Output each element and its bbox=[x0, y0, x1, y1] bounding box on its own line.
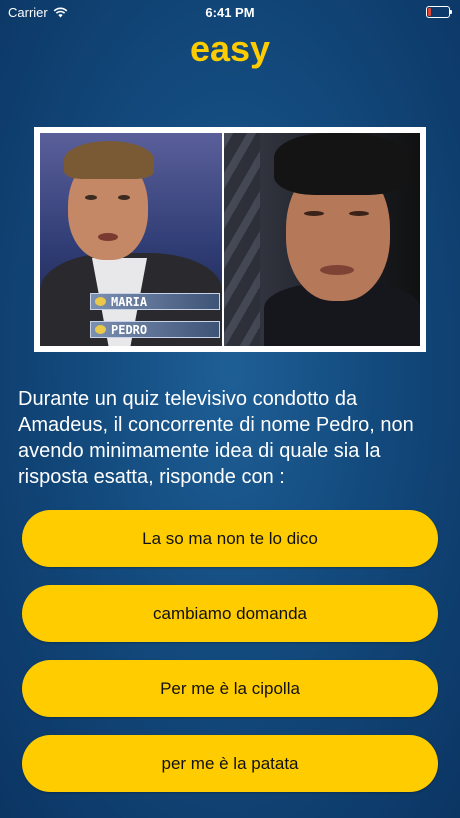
answer-button-2[interactable]: cambiamo domanda bbox=[22, 585, 438, 642]
status-bar: Carrier 6:41 PM bbox=[0, 0, 460, 24]
contestant-tag: PEDRO bbox=[90, 321, 220, 338]
difficulty-title: easy bbox=[189, 28, 271, 69]
battery-icon bbox=[426, 6, 452, 18]
answer-button-3[interactable]: Per me è la cipolla bbox=[22, 660, 438, 717]
answer-button-4[interactable]: per me è la patata bbox=[22, 735, 438, 792]
contestant-photo bbox=[224, 133, 420, 346]
contestant-tag: MARIA bbox=[90, 293, 220, 310]
status-time: 6:41 PM bbox=[205, 5, 255, 20]
question-text: Durante un quiz televisivo condotto da A… bbox=[18, 388, 414, 488]
host-photo: MARIA PEDRO bbox=[40, 133, 222, 346]
question-image: MARIA PEDRO bbox=[34, 127, 426, 352]
answer-button-1[interactable]: La so ma non te lo dico bbox=[22, 510, 438, 567]
